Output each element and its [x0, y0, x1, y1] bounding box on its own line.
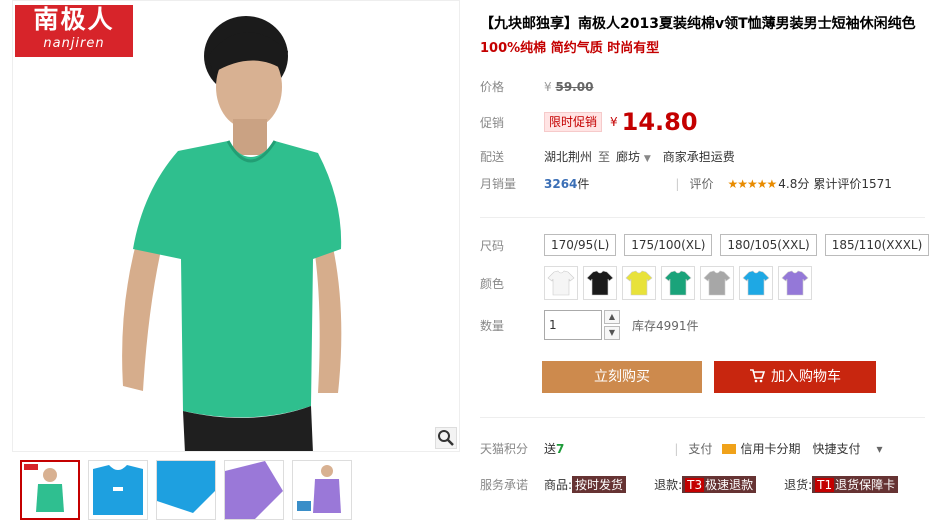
size-option[interactable]: 175/100(XL): [624, 234, 713, 256]
add-to-cart-button[interactable]: 加入购物车: [714, 361, 876, 393]
price-label: 价格: [480, 80, 505, 94]
quantity-label: 数量: [480, 318, 505, 333]
rating-label: 评价: [689, 177, 714, 191]
color-swatch[interactable]: [739, 266, 773, 300]
star-rating-icon: ★★★★★: [727, 176, 777, 191]
promo-row: 促销 限时促销 ¥ 14.80: [480, 108, 698, 136]
pay-label: 支付: [688, 442, 713, 456]
color-swatch[interactable]: [661, 266, 695, 300]
points-label: 天猫积分: [480, 442, 529, 456]
credit-card-icon: [722, 443, 737, 454]
product-page: 南极人 nanjiren 【九块邮独享】南极人2013夏装纯棉v领T恤薄男装男士…: [0, 0, 930, 523]
service-row: 服务承诺 商品: 按时发货 退款: T3 极速退款 退货: T1 退货保障卡: [480, 476, 899, 493]
thumbnail-strip: [20, 460, 352, 522]
sales-count: 3264件: [544, 175, 589, 192]
decrease-icon[interactable]: ▼: [604, 326, 620, 340]
color-swatch[interactable]: [544, 266, 578, 300]
quantity-input[interactable]: 1: [544, 310, 602, 340]
ship-to-value: 廊坊: [616, 150, 641, 164]
chevron-down-icon: ▼: [643, 154, 651, 164]
product-info: 【九块邮独享】南极人2013夏装纯棉v领T恤薄男装男士短袖休闲纯色 100%纯棉…: [480, 14, 930, 493]
cart-icon: [749, 361, 766, 393]
service-key: 商品:: [544, 478, 573, 492]
model-photo: [122, 16, 342, 451]
original-price: ¥ 59.00: [544, 80, 593, 94]
service-badge-code: T3: [685, 478, 705, 492]
color-row: 颜色: [480, 266, 817, 300]
color-swatch[interactable]: [622, 266, 656, 300]
zoom-icon[interactable]: [435, 427, 457, 449]
points-row: 天猫积分 送7 | 支付 信用卡分期 快捷支付 ▾: [480, 440, 883, 457]
size-option[interactable]: 185/110(XXXL): [824, 234, 930, 256]
ship-to-word: 至: [598, 150, 611, 164]
divider: [480, 217, 925, 218]
increase-icon[interactable]: ▲: [604, 310, 620, 324]
promo-label: 促销: [480, 115, 505, 130]
ship-to-dropdown[interactable]: 廊坊 ▼: [616, 148, 651, 165]
quick-pay[interactable]: 快捷支付: [812, 440, 860, 457]
service-badge-text: 极速退款: [705, 478, 754, 492]
product-title: 【九块邮独享】南极人2013夏装纯棉v领T恤薄男装男士短袖休闲纯色: [480, 16, 916, 32]
promo-price: 14.80: [621, 108, 698, 136]
shipping-label: 配送: [480, 150, 505, 164]
size-option[interactable]: 170/95(L): [544, 234, 617, 256]
size-option[interactable]: 180/105(XXL): [720, 234, 817, 256]
chevron-down-icon[interactable]: ▾: [876, 442, 882, 456]
thumbnail-1[interactable]: [20, 460, 80, 520]
thumbnail-2[interactable]: [88, 460, 148, 520]
buy-now-button[interactable]: 立刻购买: [542, 361, 702, 393]
color-swatch[interactable]: [700, 266, 734, 300]
product-gallery: 南极人 nanjiren: [12, 0, 462, 523]
service-key: 退款:: [654, 478, 683, 492]
sales-label: 月销量: [480, 177, 517, 191]
stock-text: 库存4991件: [632, 318, 699, 333]
color-label: 颜色: [480, 276, 505, 291]
credit-installment[interactable]: 信用卡分期: [740, 440, 800, 457]
size-label: 尺码: [480, 238, 505, 253]
service-badge: T3 极速退款: [682, 476, 757, 493]
service-badge: T1 退货保障卡: [812, 476, 899, 493]
color-swatch[interactable]: [583, 266, 617, 300]
currency-symbol: ¥: [544, 79, 552, 94]
color-swatch[interactable]: [778, 266, 812, 300]
original-price-value: 59.00: [555, 79, 594, 94]
service-badge: 按时发货: [572, 476, 627, 493]
price-row: 价格 ¥ 59.00: [480, 78, 593, 95]
service-badge-text: 按时发货: [575, 478, 624, 492]
sales-row: 月销量 3264件 | 评价 ★★★★★ 4.8分 累计评价1571: [480, 175, 892, 192]
size-row: 尺码 170/95(L) 175/100(XL) 180/105(XXL) 18…: [480, 234, 930, 256]
service-key: 退货:: [784, 478, 813, 492]
service-badge-code: T1: [815, 478, 835, 492]
shipping-note: 商家承担运费: [662, 150, 735, 164]
separator: |: [675, 176, 680, 191]
sales-unit: 件: [577, 177, 590, 191]
quantity-row: 数量 1 ▲ ▼ 库存4991件: [480, 310, 699, 340]
sales-count-value: 3264: [544, 177, 578, 191]
shipping-row: 配送 湖北荆州 至 廊坊 ▼ 商家承担运费: [480, 148, 735, 165]
divider: [480, 417, 925, 418]
reviews-link[interactable]: 累计评价1571: [813, 175, 892, 192]
thumbnail-4[interactable]: [224, 460, 284, 520]
rating-score: 4.8分: [778, 177, 810, 191]
points-send: 送: [544, 442, 557, 456]
promo-tag: 限时促销: [544, 112, 603, 132]
color-swatches: [544, 266, 817, 300]
promo-currency: ¥: [610, 115, 618, 129]
points-value: 7: [556, 441, 565, 456]
quantity-stepper: ▲ ▼: [604, 310, 620, 340]
ship-from: 湖北荆州: [544, 150, 593, 164]
thumbnail-5[interactable]: [292, 460, 352, 520]
add-to-cart-label: 加入购物车: [771, 369, 841, 385]
service-badge-text: 退货保障卡: [835, 478, 896, 492]
service-label: 服务承诺: [480, 478, 529, 492]
main-product-image[interactable]: 南极人 nanjiren: [12, 0, 460, 452]
separator: |: [674, 441, 679, 456]
thumbnail-3[interactable]: [156, 460, 216, 520]
product-subtitle: 100%纯棉 简约气质 时尚有型: [480, 41, 660, 56]
